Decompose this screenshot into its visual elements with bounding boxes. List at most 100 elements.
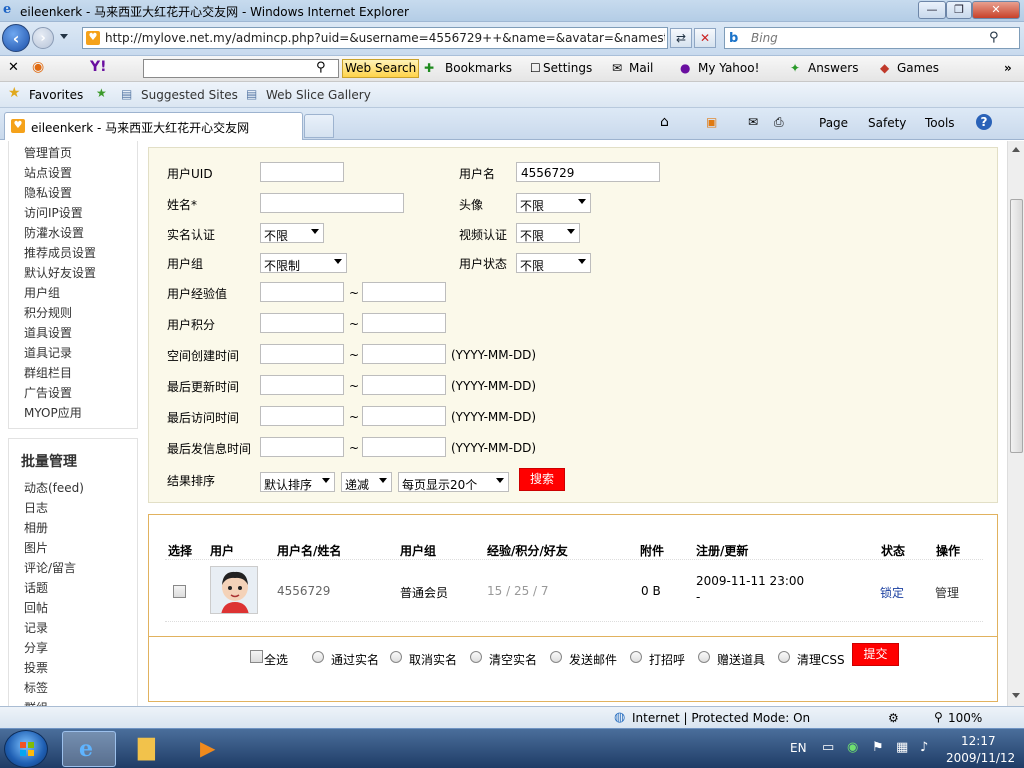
scroll-down-icon[interactable] — [1012, 693, 1020, 698]
tray-security-icon[interactable]: ◉ — [847, 740, 858, 755]
forward-button[interactable]: › — [32, 27, 54, 49]
back-button[interactable]: ‹ — [2, 24, 30, 52]
zoom-level[interactable]: 100% — [948, 711, 982, 725]
credit-max-input[interactable] — [362, 313, 446, 333]
sidebar-item[interactable]: 群组 — [24, 699, 48, 706]
protected-mode-icon[interactable]: ⚙ — [888, 711, 899, 725]
name-input[interactable] — [260, 193, 404, 213]
tab-active[interactable]: ♥ eileenkerk - 马来西亚大红花开心交友网 — [4, 112, 303, 140]
toolbar-close-icon[interactable]: ✕ — [8, 60, 19, 75]
group-select[interactable]: 不限制 — [260, 253, 347, 273]
search-icon[interactable]: ⚲ — [989, 30, 999, 45]
sidebar-item[interactable]: 管理首页 — [24, 144, 72, 161]
settings-button[interactable]: Settings — [543, 61, 592, 75]
web-slice-gallery-link[interactable]: Web Slice Gallery — [266, 88, 371, 102]
suggested-sites-link[interactable]: Suggested Sites — [141, 88, 238, 102]
url-field[interactable]: ♥ http://mylove.net.my/admincp.php?uid=&… — [82, 27, 668, 49]
sidebar-item[interactable]: 分享 — [24, 639, 48, 656]
batch-op-radio[interactable] — [470, 651, 482, 663]
batch-op-radio[interactable] — [390, 651, 402, 663]
uid-input[interactable] — [260, 162, 344, 182]
sidebar-item[interactable]: 投票 — [24, 659, 48, 676]
clock-time[interactable]: 12:17 — [961, 734, 996, 748]
stop-button[interactable]: ✕ — [694, 28, 716, 48]
last-visit-min-input[interactable] — [260, 406, 344, 426]
batch-op-radio[interactable] — [698, 651, 710, 663]
last-visit-max-input[interactable] — [362, 406, 446, 426]
sidebar-item[interactable]: 推荐成员设置 — [24, 244, 96, 261]
my-yahoo-button[interactable]: My Yahoo! — [698, 61, 759, 75]
sidebar-item[interactable]: 默认好友设置 — [24, 264, 96, 281]
sidebar-item[interactable]: 记录 — [24, 619, 48, 636]
tray-device-icon[interactable]: ▭ — [822, 740, 834, 755]
sidebar-item[interactable]: 标签 — [24, 679, 48, 696]
tray-network-icon[interactable]: ▦ — [896, 740, 908, 755]
yahoo-logo-icon[interactable]: Y! — [90, 59, 107, 75]
sort-select[interactable]: 默认排序 — [260, 472, 335, 492]
batch-op-radio[interactable] — [778, 651, 790, 663]
row-checkbox[interactable] — [173, 585, 186, 598]
order-select[interactable]: 递减 — [341, 472, 392, 492]
compat-view-button[interactable]: ⇄ — [670, 28, 692, 48]
exp-min-input[interactable] — [260, 282, 344, 302]
row-manage-link[interactable]: 管理 — [935, 584, 959, 601]
sidebar-item[interactable]: 道具记录 — [24, 344, 72, 361]
page-menu[interactable]: Page — [819, 116, 848, 130]
sidebar-item[interactable]: 访问IP设置 — [24, 204, 83, 221]
tray-flag-icon[interactable]: ⚑ — [872, 740, 884, 755]
sidebar-item[interactable]: 站点设置 — [24, 164, 72, 181]
avatar[interactable] — [210, 566, 258, 614]
help-icon[interactable]: ? — [976, 114, 992, 130]
read-mail-icon[interactable]: ✉ — [748, 115, 758, 129]
minimize-button[interactable]: — — [918, 1, 946, 19]
mail-button[interactable]: Mail — [629, 61, 653, 75]
sidebar-item[interactable]: 动态(feed) — [24, 479, 84, 496]
close-button[interactable]: ✕ — [972, 1, 1020, 19]
exp-max-input[interactable] — [362, 282, 446, 302]
yahoo-search-input[interactable]: ⚲ — [143, 59, 339, 78]
sidebar-item[interactable]: 评论/留言 — [24, 559, 76, 576]
taskbar-ie-button[interactable]: e — [62, 731, 116, 767]
sidebar-item[interactable]: 图片 — [24, 539, 48, 556]
sidebar-item[interactable]: 积分规则 — [24, 304, 72, 321]
sidebar-item[interactable]: 回帖 — [24, 599, 48, 616]
video-select[interactable]: 不限 — [516, 223, 580, 243]
answers-button[interactable]: Answers — [808, 61, 858, 75]
start-button[interactable] — [4, 730, 48, 768]
credit-min-input[interactable] — [260, 313, 344, 333]
history-dropdown-icon[interactable] — [60, 34, 68, 39]
magnifier-icon[interactable]: ⚲ — [316, 60, 326, 75]
print-icon[interactable]: ⎙ — [774, 115, 784, 130]
sidebar-item[interactable]: 广告设置 — [24, 384, 72, 401]
new-tab-button[interactable] — [304, 114, 334, 138]
avatar-select[interactable]: 不限 — [516, 193, 591, 213]
more-chevron-icon[interactable]: » — [1004, 61, 1012, 75]
taskbar-media-button[interactable]: ▶ — [184, 731, 238, 767]
search-field[interactable]: b Bing ⚲ — [724, 27, 1020, 49]
taskbar-explorer-button[interactable]: ▇ — [124, 731, 178, 767]
clock-date[interactable]: 2009/11/12 — [946, 751, 1015, 765]
sidebar-item[interactable]: 相册 — [24, 519, 48, 536]
maximize-button[interactable]: ❐ — [946, 1, 972, 19]
select-all-checkbox[interactable] — [250, 650, 263, 663]
row-status-link[interactable]: 锁定 — [880, 584, 904, 601]
sidebar-item[interactable]: 防灌水设置 — [24, 224, 84, 241]
username-input[interactable]: 4556729 — [516, 162, 660, 182]
page-scrollbar[interactable] — [1007, 141, 1024, 706]
web-search-button[interactable]: Web Search — [342, 59, 420, 78]
submit-button[interactable]: 提交 — [852, 643, 899, 666]
sidebar-item[interactable]: 道具设置 — [24, 324, 72, 341]
feeds-icon[interactable]: ▣ — [706, 115, 717, 129]
status-select[interactable]: 不限 — [516, 253, 591, 273]
sidebar-item[interactable]: 话题 — [24, 579, 48, 596]
eye-icon[interactable]: ◉ — [32, 59, 44, 75]
home-icon[interactable]: ⌂ — [660, 114, 669, 130]
sidebar-item[interactable]: 用户组 — [24, 284, 60, 301]
last-update-max-input[interactable] — [362, 375, 446, 395]
add-favorites-icon[interactable]: ★ — [96, 86, 107, 100]
bookmarks-button[interactable]: Bookmarks — [445, 61, 512, 75]
language-indicator[interactable]: EN — [790, 741, 807, 755]
games-button[interactable]: Games — [897, 61, 939, 75]
perpage-select[interactable]: 每页显示20个 — [398, 472, 509, 492]
sidebar-item[interactable]: 群组栏目 — [24, 364, 72, 381]
